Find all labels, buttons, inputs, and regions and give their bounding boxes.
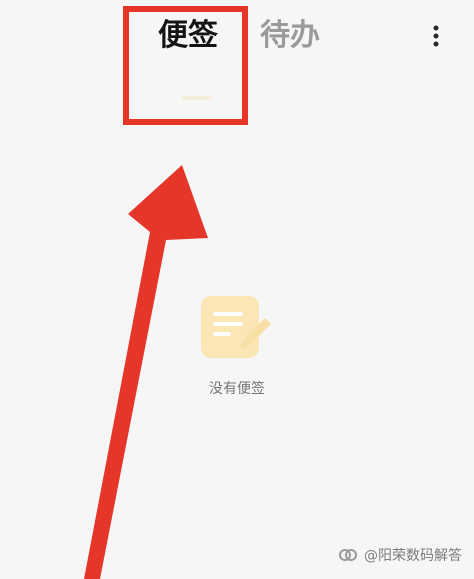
tab-notes[interactable]: 便签 bbox=[158, 16, 218, 56]
more-options-button[interactable] bbox=[422, 22, 450, 50]
note-empty-icon bbox=[201, 296, 271, 358]
watermark-text: @阳荣数码解答 bbox=[364, 548, 462, 564]
watermark: @阳荣数码解答 bbox=[338, 545, 462, 565]
top-tab-bar: 便签 待办 bbox=[0, 0, 474, 100]
active-tab-indicator bbox=[182, 96, 212, 100]
watermark-logo bbox=[339, 549, 357, 561]
more-vertical-icon bbox=[433, 25, 439, 47]
empty-state-message: 没有便签 bbox=[209, 381, 265, 397]
tab-todo[interactable]: 待办 bbox=[260, 16, 320, 56]
